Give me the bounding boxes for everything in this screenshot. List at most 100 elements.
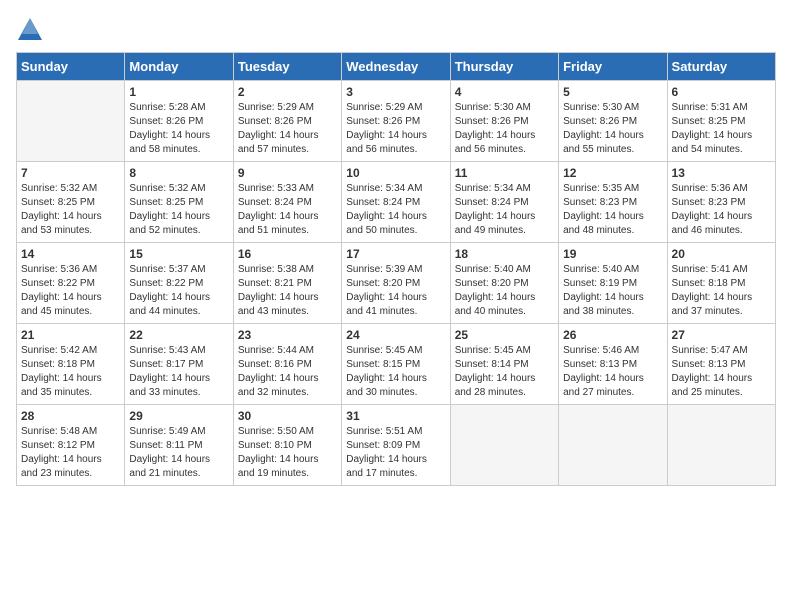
day-cell: 28 Sunrise: 5:48 AMSunset: 8:12 PMDaylig… [17, 405, 125, 486]
day-cell: 16 Sunrise: 5:38 AMSunset: 8:21 PMDaylig… [233, 243, 341, 324]
day-info: Sunrise: 5:40 AMSunset: 8:19 PMDaylight:… [563, 263, 662, 319]
day-info: Sunrise: 5:29 AMSunset: 8:26 PMDaylight:… [238, 101, 337, 157]
day-cell: 18 Sunrise: 5:40 AMSunset: 8:20 PMDaylig… [450, 243, 558, 324]
day-number: 22 [129, 328, 228, 342]
day-cell: 27 Sunrise: 5:47 AMSunset: 8:13 PMDaylig… [667, 324, 775, 405]
day-cell: 9 Sunrise: 5:33 AMSunset: 8:24 PMDayligh… [233, 162, 341, 243]
week-row-4: 28 Sunrise: 5:48 AMSunset: 8:12 PMDaylig… [17, 405, 776, 486]
col-header-sunday: Sunday [17, 53, 125, 81]
day-number: 7 [21, 166, 120, 180]
day-info: Sunrise: 5:44 AMSunset: 8:16 PMDaylight:… [238, 344, 337, 400]
day-cell: 1 Sunrise: 5:28 AMSunset: 8:26 PMDayligh… [125, 81, 233, 162]
col-header-tuesday: Tuesday [233, 53, 341, 81]
day-cell [559, 405, 667, 486]
day-number: 3 [346, 85, 445, 99]
day-info: Sunrise: 5:48 AMSunset: 8:12 PMDaylight:… [21, 425, 120, 481]
col-header-friday: Friday [559, 53, 667, 81]
day-number: 4 [455, 85, 554, 99]
day-info: Sunrise: 5:41 AMSunset: 8:18 PMDaylight:… [672, 263, 771, 319]
day-number: 8 [129, 166, 228, 180]
day-info: Sunrise: 5:50 AMSunset: 8:10 PMDaylight:… [238, 425, 337, 481]
header [16, 16, 776, 44]
day-info: Sunrise: 5:39 AMSunset: 8:20 PMDaylight:… [346, 263, 445, 319]
day-cell: 13 Sunrise: 5:36 AMSunset: 8:23 PMDaylig… [667, 162, 775, 243]
day-cell: 4 Sunrise: 5:30 AMSunset: 8:26 PMDayligh… [450, 81, 558, 162]
day-cell: 30 Sunrise: 5:50 AMSunset: 8:10 PMDaylig… [233, 405, 341, 486]
day-number: 18 [455, 247, 554, 261]
day-info: Sunrise: 5:35 AMSunset: 8:23 PMDaylight:… [563, 182, 662, 238]
page-container: SundayMondayTuesdayWednesdayThursdayFrid… [16, 16, 776, 486]
day-number: 25 [455, 328, 554, 342]
day-cell: 23 Sunrise: 5:44 AMSunset: 8:16 PMDaylig… [233, 324, 341, 405]
day-cell: 12 Sunrise: 5:35 AMSunset: 8:23 PMDaylig… [559, 162, 667, 243]
header-row: SundayMondayTuesdayWednesdayThursdayFrid… [17, 53, 776, 81]
day-info: Sunrise: 5:47 AMSunset: 8:13 PMDaylight:… [672, 344, 771, 400]
day-cell: 21 Sunrise: 5:42 AMSunset: 8:18 PMDaylig… [17, 324, 125, 405]
day-info: Sunrise: 5:46 AMSunset: 8:13 PMDaylight:… [563, 344, 662, 400]
day-info: Sunrise: 5:40 AMSunset: 8:20 PMDaylight:… [455, 263, 554, 319]
day-number: 29 [129, 409, 228, 423]
day-number: 17 [346, 247, 445, 261]
day-number: 2 [238, 85, 337, 99]
day-number: 24 [346, 328, 445, 342]
col-header-monday: Monday [125, 53, 233, 81]
day-info: Sunrise: 5:30 AMSunset: 8:26 PMDaylight:… [455, 101, 554, 157]
day-info: Sunrise: 5:28 AMSunset: 8:26 PMDaylight:… [129, 101, 228, 157]
day-number: 12 [563, 166, 662, 180]
day-info: Sunrise: 5:32 AMSunset: 8:25 PMDaylight:… [129, 182, 228, 238]
col-header-thursday: Thursday [450, 53, 558, 81]
day-cell: 17 Sunrise: 5:39 AMSunset: 8:20 PMDaylig… [342, 243, 450, 324]
day-cell: 24 Sunrise: 5:45 AMSunset: 8:15 PMDaylig… [342, 324, 450, 405]
day-cell: 19 Sunrise: 5:40 AMSunset: 8:19 PMDaylig… [559, 243, 667, 324]
day-cell: 2 Sunrise: 5:29 AMSunset: 8:26 PMDayligh… [233, 81, 341, 162]
day-cell: 20 Sunrise: 5:41 AMSunset: 8:18 PMDaylig… [667, 243, 775, 324]
day-cell: 5 Sunrise: 5:30 AMSunset: 8:26 PMDayligh… [559, 81, 667, 162]
day-info: Sunrise: 5:32 AMSunset: 8:25 PMDaylight:… [21, 182, 120, 238]
day-info: Sunrise: 5:45 AMSunset: 8:14 PMDaylight:… [455, 344, 554, 400]
day-number: 31 [346, 409, 445, 423]
day-number: 27 [672, 328, 771, 342]
calendar-table: SundayMondayTuesdayWednesdayThursdayFrid… [16, 52, 776, 486]
day-cell [667, 405, 775, 486]
day-info: Sunrise: 5:34 AMSunset: 8:24 PMDaylight:… [346, 182, 445, 238]
day-info: Sunrise: 5:49 AMSunset: 8:11 PMDaylight:… [129, 425, 228, 481]
day-cell: 26 Sunrise: 5:46 AMSunset: 8:13 PMDaylig… [559, 324, 667, 405]
day-info: Sunrise: 5:34 AMSunset: 8:24 PMDaylight:… [455, 182, 554, 238]
day-number: 10 [346, 166, 445, 180]
week-row-0: 1 Sunrise: 5:28 AMSunset: 8:26 PMDayligh… [17, 81, 776, 162]
day-cell: 22 Sunrise: 5:43 AMSunset: 8:17 PMDaylig… [125, 324, 233, 405]
day-info: Sunrise: 5:30 AMSunset: 8:26 PMDaylight:… [563, 101, 662, 157]
day-info: Sunrise: 5:51 AMSunset: 8:09 PMDaylight:… [346, 425, 445, 481]
day-number: 16 [238, 247, 337, 261]
day-info: Sunrise: 5:36 AMSunset: 8:23 PMDaylight:… [672, 182, 771, 238]
day-number: 20 [672, 247, 771, 261]
day-info: Sunrise: 5:29 AMSunset: 8:26 PMDaylight:… [346, 101, 445, 157]
col-header-saturday: Saturday [667, 53, 775, 81]
day-number: 26 [563, 328, 662, 342]
day-number: 11 [455, 166, 554, 180]
day-number: 19 [563, 247, 662, 261]
col-header-wednesday: Wednesday [342, 53, 450, 81]
day-info: Sunrise: 5:36 AMSunset: 8:22 PMDaylight:… [21, 263, 120, 319]
day-info: Sunrise: 5:31 AMSunset: 8:25 PMDaylight:… [672, 101, 771, 157]
day-cell: 29 Sunrise: 5:49 AMSunset: 8:11 PMDaylig… [125, 405, 233, 486]
day-number: 1 [129, 85, 228, 99]
day-number: 15 [129, 247, 228, 261]
day-cell: 8 Sunrise: 5:32 AMSunset: 8:25 PMDayligh… [125, 162, 233, 243]
logo-icon [16, 16, 44, 44]
day-cell: 7 Sunrise: 5:32 AMSunset: 8:25 PMDayligh… [17, 162, 125, 243]
day-info: Sunrise: 5:43 AMSunset: 8:17 PMDaylight:… [129, 344, 228, 400]
day-cell: 3 Sunrise: 5:29 AMSunset: 8:26 PMDayligh… [342, 81, 450, 162]
day-cell [450, 405, 558, 486]
day-info: Sunrise: 5:42 AMSunset: 8:18 PMDaylight:… [21, 344, 120, 400]
day-info: Sunrise: 5:45 AMSunset: 8:15 PMDaylight:… [346, 344, 445, 400]
week-row-1: 7 Sunrise: 5:32 AMSunset: 8:25 PMDayligh… [17, 162, 776, 243]
day-number: 30 [238, 409, 337, 423]
day-cell: 10 Sunrise: 5:34 AMSunset: 8:24 PMDaylig… [342, 162, 450, 243]
day-cell: 31 Sunrise: 5:51 AMSunset: 8:09 PMDaylig… [342, 405, 450, 486]
day-cell: 15 Sunrise: 5:37 AMSunset: 8:22 PMDaylig… [125, 243, 233, 324]
week-row-2: 14 Sunrise: 5:36 AMSunset: 8:22 PMDaylig… [17, 243, 776, 324]
day-cell: 14 Sunrise: 5:36 AMSunset: 8:22 PMDaylig… [17, 243, 125, 324]
logo [16, 16, 48, 44]
day-number: 14 [21, 247, 120, 261]
